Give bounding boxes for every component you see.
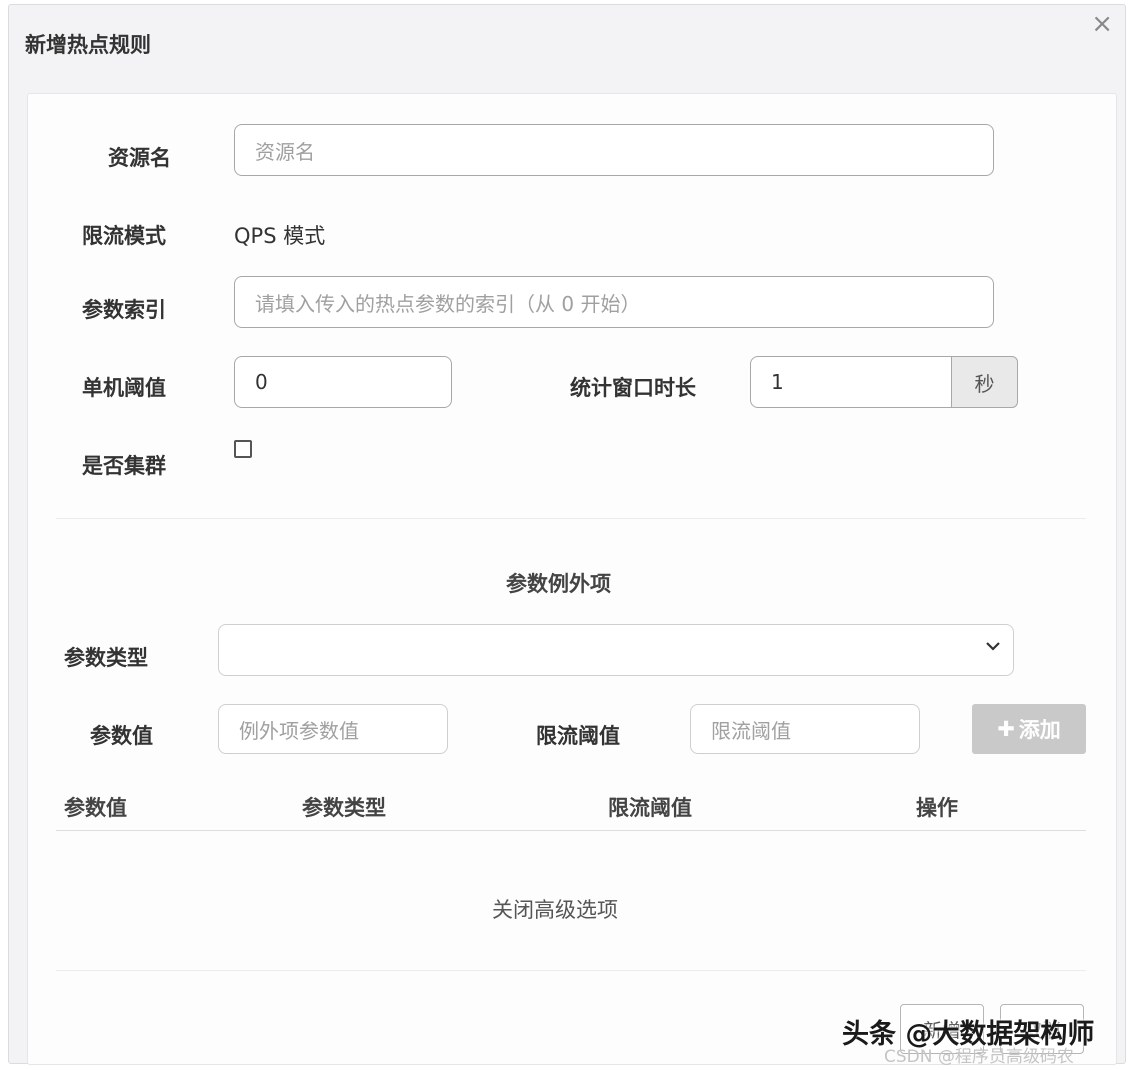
param-value-input[interactable]: 例外项参数值 xyxy=(218,704,448,754)
advanced-options-toggle[interactable]: 关闭高级选项 xyxy=(492,894,618,924)
param-type-select[interactable] xyxy=(218,624,1014,676)
limit-label: 限流阈值 xyxy=(536,724,620,748)
param-index-label: 参数索引 xyxy=(82,298,166,322)
table-header-actions: 操作 xyxy=(916,796,958,820)
dialog: 新增热点规则 × 资源名 资源名 限流模式 QPS 模式 参数索引 请填入传入的… xyxy=(8,4,1126,1065)
section-divider xyxy=(56,518,1086,519)
dialog-body: 资源名 资源名 限流模式 QPS 模式 参数索引 请填入传入的热点参数的索引（从… xyxy=(27,93,1117,1065)
table-header-divider xyxy=(56,830,1086,831)
limit-input[interactable]: 限流阈值 xyxy=(690,704,920,754)
close-icon[interactable]: × xyxy=(1091,9,1113,39)
param-index-input[interactable]: 请填入传入的热点参数的索引（从 0 开始） xyxy=(234,276,994,328)
watermark-sub: CSDN @程序员高级码农 xyxy=(884,1047,1074,1067)
chevron-down-icon xyxy=(985,635,1001,659)
dialog-title: 新增热点规则 xyxy=(25,33,151,57)
exceptions-title: 参数例外项 xyxy=(506,572,611,596)
threshold-label: 单机阈值 xyxy=(82,376,166,400)
threshold-input[interactable]: 0 xyxy=(234,356,452,408)
add-exception-label: 添加 xyxy=(1018,718,1061,742)
mode-label: 限流模式 xyxy=(82,224,166,248)
table-header-limit: 限流阈值 xyxy=(608,796,692,820)
window-label: 统计窗口时长 xyxy=(570,376,696,400)
resource-input[interactable]: 资源名 xyxy=(234,124,994,176)
window-unit-addon: 秒 xyxy=(952,356,1018,408)
cluster-label: 是否集群 xyxy=(82,454,166,478)
resource-label: 资源名 xyxy=(108,146,171,170)
add-exception-button[interactable]: ✚ 添加 xyxy=(972,704,1086,754)
window-input[interactable]: 1 xyxy=(750,356,952,408)
table-header-param-value: 参数值 xyxy=(64,796,127,820)
cluster-checkbox[interactable] xyxy=(234,440,252,458)
plus-icon: ✚ xyxy=(997,717,1015,741)
footer-divider xyxy=(56,970,1086,971)
param-type-label: 参数类型 xyxy=(64,646,148,670)
table-header-param-type: 参数类型 xyxy=(302,796,386,820)
param-value-label: 参数值 xyxy=(90,724,153,748)
mode-value: QPS 模式 xyxy=(234,224,326,248)
